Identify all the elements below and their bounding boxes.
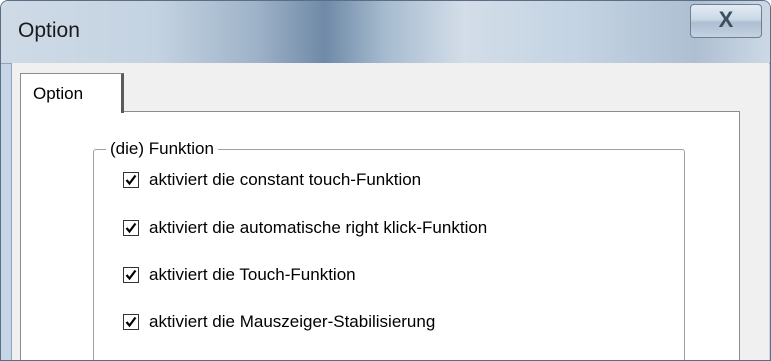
- option-dialog: Option X Option (die) Funktion aktiviert…: [0, 0, 771, 361]
- option-constant-touch[interactable]: aktiviert die constant touch-Funktion: [123, 168, 421, 192]
- option-pointer-stabilization[interactable]: aktiviert die Mauszeiger-Stabilisierung: [123, 310, 435, 334]
- tab-panel-option: (die) Funktion aktiviert die constant to…: [20, 111, 740, 360]
- checkmark-icon: [125, 316, 137, 328]
- close-button[interactable]: X: [690, 4, 762, 38]
- title-bar[interactable]: Option X: [1, 1, 770, 64]
- close-icon: X: [718, 7, 734, 32]
- function-groupbox: (die) Funktion aktiviert die constant to…: [93, 138, 685, 360]
- tab-option[interactable]: Option: [20, 73, 124, 113]
- constant-touch-label[interactable]: aktiviert die constant touch-Funktion: [149, 170, 421, 190]
- touch-label[interactable]: aktiviert die Touch-Funktion: [149, 265, 356, 285]
- pointer-stabilization-checkbox[interactable]: [123, 314, 139, 330]
- option-auto-right-click[interactable]: aktiviert die automatische right klick-F…: [123, 216, 487, 240]
- auto-right-click-checkbox[interactable]: [123, 220, 139, 236]
- window-title: Option: [18, 19, 80, 42]
- option-touch[interactable]: aktiviert die Touch-Funktion: [123, 263, 356, 287]
- touch-checkbox[interactable]: [123, 267, 139, 283]
- pointer-stabilization-label[interactable]: aktiviert die Mauszeiger-Stabilisierung: [149, 312, 435, 332]
- auto-right-click-label[interactable]: aktiviert die automatische right klick-F…: [149, 218, 487, 238]
- checkmark-icon: [125, 222, 137, 234]
- constant-touch-checkbox[interactable]: [123, 172, 139, 188]
- checkmark-icon: [125, 174, 137, 186]
- checkmark-icon: [125, 269, 137, 281]
- tab-label: Option: [33, 84, 84, 103]
- groupbox-legend: (die) Funktion: [106, 138, 218, 160]
- dialog-client-area: Option (die) Funktion aktiviert die cons…: [11, 63, 769, 360]
